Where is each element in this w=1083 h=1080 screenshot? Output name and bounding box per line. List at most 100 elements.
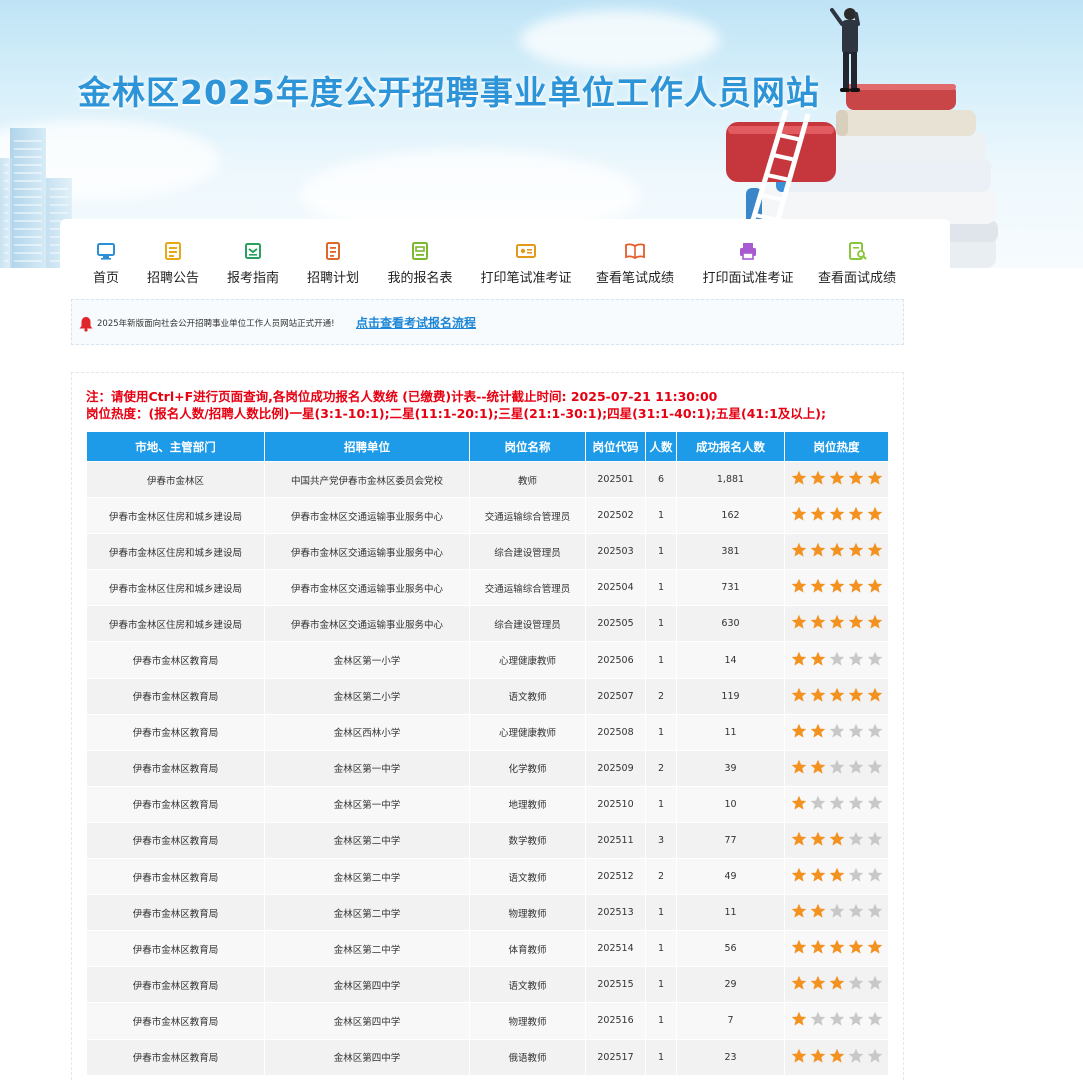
position-cell: 体育教师 xyxy=(469,930,586,968)
code-cell: 202501 xyxy=(585,460,646,499)
star-filled-icon xyxy=(848,615,863,630)
count-cell: 1 xyxy=(645,930,677,968)
nav-item-plan[interactable]: 招聘计划 xyxy=(304,236,362,286)
star-filled-icon xyxy=(829,831,844,846)
dept-cell: 伊春市金林区教育局 xyxy=(86,930,265,968)
unit-cell: 伊春市金林区交通运输事业服务中心 xyxy=(264,497,470,535)
count-cell: 1 xyxy=(645,1038,677,1076)
star-filled-icon xyxy=(810,651,825,666)
code-cell: 202503 xyxy=(585,533,646,571)
table-row: 伊春市金林区 中国共产党伊春市金林区委员会党校 教师 202501 6 1,881 xyxy=(86,460,889,499)
star-filled-icon xyxy=(810,903,825,918)
nav-item-print-written-ticket[interactable]: 打印笔试准考证 xyxy=(476,236,576,286)
column-header: 招聘单位 xyxy=(264,431,470,462)
nav-item-guide[interactable]: 报考指南 xyxy=(224,236,282,286)
nav-label: 查看笔试成绩 xyxy=(595,271,674,286)
unit-cell: 中国共产党伊春市金林区委员会党校 xyxy=(264,460,470,499)
dept-cell: 伊春市金林区住房和城乡建设局 xyxy=(86,605,265,643)
dept-cell: 伊春市金林区教育局 xyxy=(86,1038,265,1076)
count-cell: 1 xyxy=(645,605,677,643)
position-cell: 综合建设管理员 xyxy=(469,533,586,571)
star-filled-icon xyxy=(810,543,825,557)
count-cell: 1 xyxy=(645,966,677,1004)
star-filled-icon xyxy=(791,1012,806,1027)
table-row: 伊春市金林区教育局 金林区第二中学 数学教师 202511 3 77 xyxy=(86,821,889,860)
plan-icon xyxy=(326,242,340,260)
star-rating xyxy=(791,723,883,739)
applicants-cell: 11 xyxy=(676,713,785,751)
star-filled-icon xyxy=(810,687,825,702)
table-row: 伊春市金林区住房和城乡建设局 伊春市金林区交通运输事业服务中心 交通运输综合管理员 2… xyxy=(86,569,889,607)
star-rating xyxy=(791,939,883,955)
applicants-cell: 56 xyxy=(676,930,785,968)
nav-item-my-form[interactable]: 我的报名表 xyxy=(382,236,458,286)
dept-cell: 伊春市金林区教育局 xyxy=(86,966,265,1004)
position-cell: 语文教师 xyxy=(469,858,586,896)
column-header: 岗位热度 xyxy=(784,431,889,462)
star-filled-icon xyxy=(848,940,863,954)
position-cell: 化学教师 xyxy=(469,749,586,787)
nav-item-announcement[interactable]: 招聘公告 xyxy=(144,236,202,286)
star-filled-icon xyxy=(829,940,844,954)
nav-item-home[interactable]: 首页 xyxy=(76,236,136,286)
applicants-cell: 14 xyxy=(676,641,785,679)
star-filled-icon xyxy=(791,723,806,738)
star-rating xyxy=(791,975,883,991)
table-row: 伊春市金林区教育局 金林区第二小学 语文教师 202507 2 119 xyxy=(86,677,889,715)
star-filled-icon xyxy=(810,470,825,485)
table-row: 伊春市金林区教育局 金林区第四中学 俄语教师 202517 1 23 xyxy=(86,1038,889,1076)
unit-cell: 金林区第一中学 xyxy=(264,785,470,823)
star-empty-icon xyxy=(867,651,882,666)
star-empty-icon xyxy=(829,651,844,666)
heat-rating-cell xyxy=(784,1038,889,1076)
dept-cell: 伊春市金林区教育局 xyxy=(86,1002,265,1040)
star-filled-icon xyxy=(810,579,825,593)
star-empty-icon xyxy=(867,723,882,738)
heat-rating-cell xyxy=(784,821,889,860)
unit-cell: 金林区第一中学 xyxy=(264,749,470,787)
heat-rating-cell xyxy=(784,569,889,607)
star-filled-icon xyxy=(829,579,844,593)
code-cell: 202505 xyxy=(585,605,646,643)
star-filled-icon xyxy=(867,940,882,954)
exam-process-link[interactable]: 点击查看考试报名流程 xyxy=(356,314,476,331)
nav-item-interview-scores[interactable]: 查看面试成绩 xyxy=(816,236,898,286)
code-cell: 202515 xyxy=(585,966,646,1004)
table-row: 伊春市金林区教育局 金林区第一小学 心理健康教师 202506 1 14 xyxy=(86,641,889,679)
site-title: 金林区2025年度公开招聘事业单位工作人员网站 xyxy=(78,73,820,112)
dept-cell: 伊春市金林区教育局 xyxy=(86,749,265,787)
star-filled-icon xyxy=(810,976,825,990)
heat-rating-cell xyxy=(784,930,889,968)
code-cell: 202512 xyxy=(585,858,646,896)
nav-item-written-scores[interactable]: 查看笔试成绩 xyxy=(594,236,676,286)
nav-item-print-interview-ticket[interactable]: 打印面试准考证 xyxy=(698,236,798,286)
star-rating xyxy=(791,542,883,558)
star-rating xyxy=(791,687,883,703)
notice-text: 2025年新版面向社会公开招聘事业单位工作人员网站正式开通! xyxy=(97,319,335,329)
unit-cell: 金林区第二中学 xyxy=(264,821,470,860)
column-header: 人数 xyxy=(645,431,677,462)
applicants-cell: 630 xyxy=(676,605,785,643)
form-icon xyxy=(412,242,428,260)
nav-label: 报考指南 xyxy=(226,271,279,286)
star-rating xyxy=(791,867,883,883)
star-filled-icon xyxy=(867,470,882,485)
dept-cell: 伊春市金林区 xyxy=(86,460,265,499)
heat-rating-cell xyxy=(784,533,889,571)
star-empty-icon xyxy=(829,903,844,918)
star-empty-icon xyxy=(848,903,863,918)
star-filled-icon xyxy=(867,506,882,521)
unit-cell: 金林区第二中学 xyxy=(264,894,470,932)
applicants-cell: 77 xyxy=(676,821,785,860)
dept-cell: 伊春市金林区教育局 xyxy=(86,821,265,860)
applicants-cell: 11 xyxy=(676,894,785,932)
code-cell: 202506 xyxy=(585,641,646,679)
unit-cell: 金林区第四中学 xyxy=(264,966,470,1004)
bell-icon xyxy=(79,317,93,332)
ticket-icon xyxy=(516,244,536,258)
unit-cell: 金林区第四中学 xyxy=(264,1002,470,1040)
star-empty-icon xyxy=(848,831,863,846)
star-filled-icon xyxy=(791,867,806,882)
star-filled-icon xyxy=(791,470,806,485)
unit-cell: 金林区第二小学 xyxy=(264,677,470,715)
